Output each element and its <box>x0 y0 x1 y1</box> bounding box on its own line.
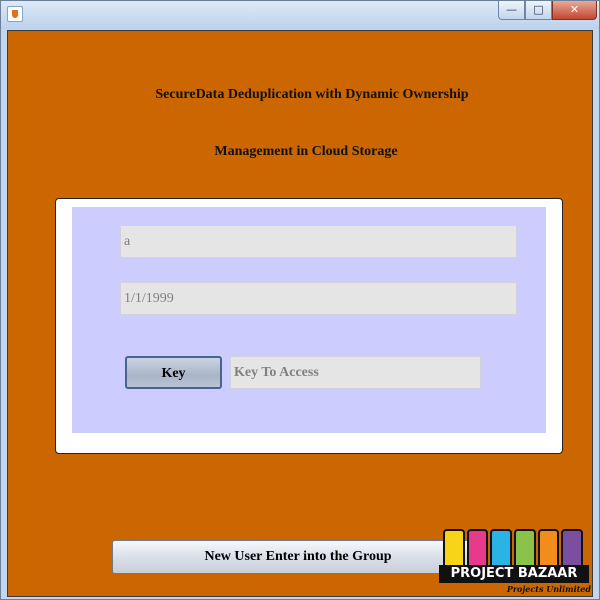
minimize-button[interactable]: — <box>498 1 525 20</box>
logo-block <box>561 529 584 569</box>
page-title-line-2: Management in Cloud Storage <box>214 144 398 159</box>
date-field[interactable]: 1/1/1999 <box>120 282 517 315</box>
name-field[interactable]: a <box>120 225 517 258</box>
key-to-access-field[interactable]: Key To Access <box>230 356 481 389</box>
form-panel: a 1/1/1999 Key Key To Access <box>55 198 563 454</box>
project-bazaar-logo: PROJECT BAZAAR Projects Unlimited <box>437 529 591 595</box>
logo-letter-blocks <box>443 529 584 569</box>
logo-block <box>443 529 465 569</box>
logo-wordmark: PROJECT BAZAAR <box>439 565 589 583</box>
app-window: — □ ✕ SecureData Deduplication with Dyna… <box>0 0 600 600</box>
key-button[interactable]: Key <box>125 356 222 389</box>
logo-block <box>514 529 536 569</box>
new-user-enter-group-button[interactable]: New User Enter into the Group <box>112 540 484 574</box>
maximize-button[interactable]: □ <box>525 1 552 20</box>
title-bar[interactable]: — □ ✕ <box>1 1 599 29</box>
content-frame: SecureData Deduplication with Dynamic Ow… <box>7 30 593 597</box>
logo-tagline: Projects Unlimited <box>506 584 591 594</box>
logo-block <box>466 529 489 569</box>
java-app-icon[interactable] <box>7 6 23 22</box>
logo-block <box>490 529 513 569</box>
window-controls: — □ ✕ <box>498 1 597 21</box>
page-title-line-1: SecureData Deduplication with Dynamic Ow… <box>155 87 469 102</box>
close-button[interactable]: ✕ <box>552 1 597 20</box>
logo-block <box>537 529 560 569</box>
form-panel-inner: a 1/1/1999 Key Key To Access <box>72 207 546 433</box>
